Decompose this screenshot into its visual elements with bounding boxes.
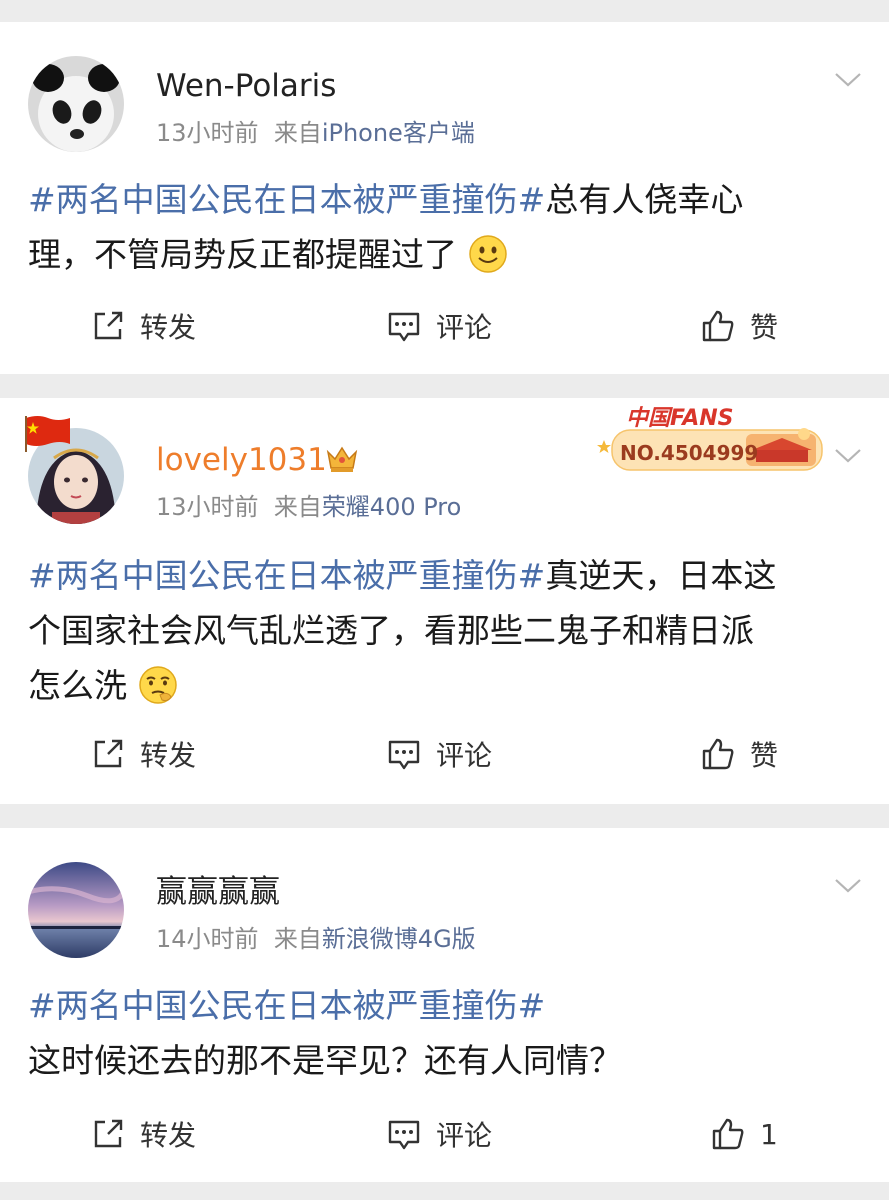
post-meta: 13小时前 来自荣耀400 Pro bbox=[156, 492, 461, 522]
from-label: 来自 bbox=[273, 493, 322, 521]
username[interactable]: Wen-Polaris bbox=[156, 66, 336, 106]
post-source[interactable]: 荣耀400 Pro bbox=[322, 493, 462, 521]
post-text: #两名中国公民在日本被严重撞伤#总有人侥幸心 理，不管局势反正都提醒过了 bbox=[28, 172, 849, 282]
like-button[interactable]: 赞 bbox=[700, 296, 778, 356]
comment-icon bbox=[388, 312, 420, 342]
post-text: #两名中国公民在日本被严重撞伤#真逆天，日本这 个国家社会风气乱烂透了，看那些二… bbox=[28, 548, 849, 713]
post-card: lovely1031 13小时前 来自荣耀400 Pro 中国FANS NO.4… bbox=[0, 398, 889, 804]
thinking-emoji-icon bbox=[138, 666, 177, 704]
thumbs-up-icon bbox=[712, 1118, 744, 1150]
post-source[interactable]: 新浪微博4G版 bbox=[322, 925, 476, 953]
repost-label: 转发 bbox=[140, 739, 197, 772]
post-body: 个国家社会风气乱烂透了，看那些二鬼子和精日派 bbox=[28, 611, 754, 650]
fans-badge-number: NO.4504999 bbox=[620, 441, 759, 465]
comment-button[interactable]: 评论 bbox=[386, 724, 492, 784]
comment-label: 评论 bbox=[436, 311, 493, 344]
post-card: Wen-Polaris 13小时前 来自iPhone客户端 #两名中国公民在日本… bbox=[0, 22, 889, 374]
post-time: 13小时前 bbox=[156, 493, 259, 521]
smile-emoji-icon bbox=[468, 235, 507, 273]
post-time: 14小时前 bbox=[156, 925, 259, 953]
repost-button[interactable]: 转发 bbox=[90, 724, 196, 784]
repost-icon bbox=[94, 311, 123, 340]
vip-crown-icon bbox=[326, 446, 358, 472]
post-body: 这时候还去的那不是罕见？还有人同情？ bbox=[28, 1041, 622, 1080]
repost-icon bbox=[94, 739, 123, 768]
chevron-down-icon[interactable] bbox=[833, 70, 863, 90]
repost-label: 转发 bbox=[140, 311, 197, 344]
repost-icon bbox=[94, 1119, 123, 1148]
comment-label: 评论 bbox=[436, 739, 493, 772]
post-meta: 13小时前 来自iPhone客户端 bbox=[156, 118, 475, 148]
topic-link[interactable]: #两名中国公民在日本被严重撞伤# bbox=[28, 556, 545, 595]
comment-button[interactable]: 评论 bbox=[386, 1104, 492, 1164]
username[interactable]: 赢赢赢赢 bbox=[156, 872, 280, 912]
thumbs-up-icon bbox=[702, 310, 734, 342]
fans-badge-title: 中国FANS bbox=[626, 406, 734, 431]
post-text: #两名中国公民在日本被严重撞伤# 这时候还去的那不是罕见？还有人同情？ bbox=[28, 978, 849, 1088]
china-flag-icon bbox=[25, 416, 70, 452]
post-time: 13小时前 bbox=[156, 119, 259, 147]
action-bar: 转发 评论 赞 bbox=[0, 724, 889, 784]
like-button[interactable]: 赞 bbox=[700, 724, 778, 784]
comment-label: 评论 bbox=[436, 1119, 493, 1152]
thumbs-up-icon bbox=[702, 738, 734, 770]
repost-label: 转发 bbox=[140, 1119, 197, 1152]
china-fans-badge[interactable]: 中国FANS NO.4504999 bbox=[596, 400, 826, 480]
chevron-down-icon[interactable] bbox=[833, 446, 863, 466]
like-label: 赞 bbox=[750, 739, 779, 772]
post-card: 赢赢赢赢 14小时前 来自新浪微博4G版 #两名中国公民在日本被严重撞伤# 这时… bbox=[0, 828, 889, 1182]
chevron-down-icon[interactable] bbox=[833, 876, 863, 896]
comment-button[interactable]: 评论 bbox=[386, 296, 492, 356]
repost-button[interactable]: 转发 bbox=[90, 296, 196, 356]
avatar[interactable] bbox=[28, 862, 124, 958]
comment-icon bbox=[388, 740, 420, 770]
comment-icon bbox=[388, 1120, 420, 1150]
topic-link[interactable]: #两名中国公民在日本被严重撞伤# bbox=[28, 180, 545, 219]
action-bar: 转发 评论 1 bbox=[0, 1104, 889, 1164]
avatar[interactable] bbox=[28, 56, 124, 152]
post-body: 理，不管局势反正都提醒过了 bbox=[28, 235, 457, 274]
post-body: 怎么洗 bbox=[28, 666, 127, 705]
weibo-feed: Wen-Polaris 13小时前 来自iPhone客户端 #两名中国公民在日本… bbox=[0, 0, 889, 1200]
like-count: 1 bbox=[760, 1117, 778, 1151]
repost-button[interactable]: 转发 bbox=[90, 1104, 196, 1164]
post-meta: 14小时前 来自新浪微博4G版 bbox=[156, 924, 476, 954]
topic-link[interactable]: #两名中国公民在日本被严重撞伤# bbox=[28, 986, 545, 1025]
post-source[interactable]: iPhone客户端 bbox=[322, 119, 475, 147]
from-label: 来自 bbox=[273, 925, 322, 953]
post-body: 真逆天，日本这 bbox=[545, 556, 777, 595]
sunset-avatar-image bbox=[28, 862, 124, 958]
action-bar: 转发 评论 赞 bbox=[0, 296, 889, 356]
username[interactable]: lovely1031 bbox=[156, 440, 327, 480]
like-button[interactable]: 1 bbox=[710, 1104, 778, 1164]
from-label: 来自 bbox=[273, 119, 322, 147]
like-label: 赞 bbox=[750, 311, 779, 344]
panda-avatar-image bbox=[28, 56, 124, 152]
post-body: 总有人侥幸心 bbox=[545, 180, 744, 219]
